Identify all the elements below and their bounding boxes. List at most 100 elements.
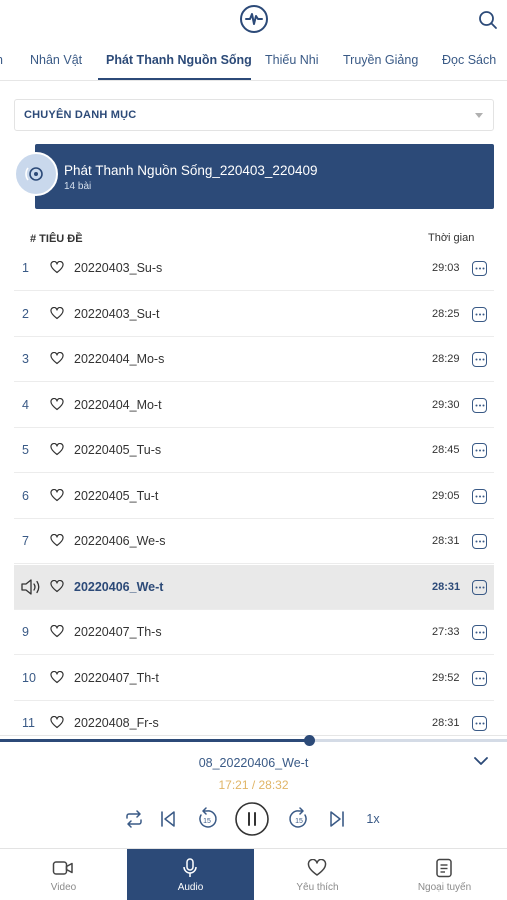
- favorite-heart-icon[interactable]: [50, 397, 64, 412]
- disc-icon: [14, 152, 58, 196]
- favorite-heart-icon[interactable]: [50, 624, 64, 639]
- nav-audio-label: Audio: [177, 882, 204, 893]
- nav-offline[interactable]: Ngoại tuyến: [381, 849, 507, 900]
- category-select-label: CHUYÊN DANH MỤC: [24, 109, 137, 121]
- skip-previous-icon[interactable]: [156, 806, 180, 832]
- playback-speed-button[interactable]: 1x: [362, 806, 384, 832]
- track-duration: 29:05: [432, 489, 460, 502]
- pause-button[interactable]: [234, 801, 270, 837]
- track-row-playing[interactable]: 20220406_We-t 28:31: [14, 564, 494, 610]
- track-row[interactable]: 5 20220405_Tu-s 28:45: [14, 428, 494, 473]
- track-number: 1: [22, 261, 29, 275]
- list-header-title: # TIÊU ĐỀ: [30, 233, 83, 245]
- active-tab-indicator: [98, 78, 251, 80]
- category-select[interactable]: CHUYÊN DANH MỤC: [14, 99, 494, 131]
- track-row[interactable]: 10 20220407_Th-t 29:52: [14, 656, 494, 701]
- track-number: 9: [22, 625, 29, 639]
- skip-next-icon[interactable]: [325, 806, 349, 832]
- nav-video-label: Video: [50, 882, 77, 893]
- more-options-icon[interactable]: [472, 306, 487, 322]
- track-title: 20220408_Fr-s: [74, 716, 159, 730]
- bottom-nav: Video Audio Yêu thích Ngoại tuyến: [0, 848, 507, 900]
- tab-truyen-giang[interactable]: Truyền Giảng: [343, 40, 418, 80]
- favorite-heart-icon[interactable]: [50, 579, 64, 594]
- more-options-icon[interactable]: [472, 352, 487, 367]
- playlist-title: Phát Thanh Nguồn Sống_220403_220409: [64, 163, 318, 178]
- more-options-icon[interactable]: [472, 670, 487, 686]
- more-options-icon[interactable]: [472, 261, 487, 276]
- repeat-icon[interactable]: [122, 806, 146, 832]
- track-title: 20220404_Mo-t: [74, 397, 162, 412]
- track-row[interactable]: 4 20220404_Mo-t 29:30: [14, 383, 494, 428]
- speaker-icon: [20, 578, 42, 596]
- track-duration: 28:31: [432, 580, 461, 593]
- nav-video[interactable]: Video: [0, 849, 127, 900]
- favorite-heart-icon[interactable]: [50, 306, 64, 321]
- playlist-count: 14 bài: [64, 181, 92, 192]
- track-duration: 28:25: [432, 307, 460, 320]
- more-options-icon[interactable]: [472, 579, 487, 595]
- heart-icon: [306, 858, 328, 878]
- track-title: 20220406_We-t: [74, 579, 164, 594]
- track-row[interactable]: 2 20220403_Su-t 28:25: [14, 292, 494, 337]
- favorite-heart-icon[interactable]: [50, 488, 64, 503]
- tab-nhan-vat[interactable]: Nhân Vật: [30, 40, 82, 80]
- more-options-icon[interactable]: [472, 534, 487, 549]
- forward-15-icon[interactable]: 15: [286, 806, 312, 832]
- nav-audio[interactable]: Audio: [127, 849, 254, 900]
- svg-text:15: 15: [295, 818, 303, 825]
- category-tabs: n Nhân Vật Phát Thanh Nguồn Sống Thiếu N…: [0, 40, 507, 81]
- nav-favorites[interactable]: Yêu thích: [254, 849, 381, 900]
- track-title: 20220403_Su-t: [74, 306, 160, 321]
- more-options-icon[interactable]: [472, 443, 487, 458]
- svg-text:15: 15: [203, 818, 211, 825]
- rewind-15-icon[interactable]: 15: [194, 806, 220, 832]
- track-title: 20220407_Th-t: [74, 670, 159, 685]
- search-icon[interactable]: [476, 8, 500, 32]
- favorite-heart-icon[interactable]: [50, 670, 64, 685]
- track-title: 20220405_Tu-s: [74, 443, 162, 457]
- more-options-icon[interactable]: [472, 488, 487, 504]
- track-duration: 27:33: [432, 626, 460, 638]
- progress-fill: [0, 739, 310, 742]
- collapse-player-icon[interactable]: [472, 754, 490, 768]
- track-row[interactable]: 6 20220405_Tu-t 29:05: [14, 474, 494, 519]
- playlist-banner: Phát Thanh Nguồn Sống_220403_220409 14 b…: [35, 144, 494, 209]
- more-options-icon[interactable]: [472, 625, 487, 640]
- favorite-heart-icon[interactable]: [50, 533, 64, 548]
- microphone-icon: [179, 858, 201, 878]
- app-logo-icon[interactable]: [240, 5, 268, 33]
- favorite-heart-icon[interactable]: [50, 715, 64, 730]
- tab-partial[interactable]: n: [0, 40, 3, 80]
- track-row[interactable]: 9 20220407_Th-s 27:33: [14, 610, 494, 655]
- track-row[interactable]: 1 20220403_Su-s 29:03: [14, 246, 494, 291]
- track-title: 20220404_Mo-s: [74, 352, 165, 366]
- track-duration: 28:31: [432, 535, 460, 547]
- more-options-icon[interactable]: [472, 397, 487, 413]
- nav-offline-label: Ngoại tuyến: [417, 882, 472, 893]
- video-icon: [52, 858, 74, 878]
- more-options-icon[interactable]: [472, 716, 487, 731]
- track-row[interactable]: 7 20220406_We-s 28:31: [14, 519, 494, 564]
- track-number: 2: [22, 306, 29, 321]
- favorite-heart-icon[interactable]: [50, 351, 64, 366]
- track-duration: 28:31: [432, 717, 460, 729]
- track-number: 11: [22, 716, 35, 730]
- tab-phat-thanh-nguon-song[interactable]: Phát Thanh Nguồn Sống: [106, 40, 252, 80]
- track-number: 10: [22, 670, 36, 685]
- now-playing-title: 08_20220406_We-t: [198, 756, 309, 770]
- chevron-down-icon: [475, 113, 483, 118]
- tab-doc-sach[interactable]: Đọc Sách: [442, 40, 496, 80]
- favorite-heart-icon[interactable]: [50, 442, 64, 457]
- tab-thieu-nhi[interactable]: Thiếu Nhi: [265, 40, 319, 80]
- progress-knob[interactable]: [303, 735, 315, 746]
- nav-favorites-label: Yêu thích: [296, 882, 339, 893]
- track-number: 4: [22, 397, 29, 412]
- track-number: 5: [22, 443, 29, 457]
- track-duration: 29:03: [432, 262, 460, 274]
- favorite-heart-icon[interactable]: [50, 260, 64, 275]
- now-playing-time: 17:21 / 28:32: [218, 778, 289, 792]
- track-title: 20220403_Su-s: [74, 261, 163, 275]
- track-duration: 29:52: [432, 671, 460, 684]
- track-row[interactable]: 3 20220404_Mo-s 28:29: [14, 337, 494, 382]
